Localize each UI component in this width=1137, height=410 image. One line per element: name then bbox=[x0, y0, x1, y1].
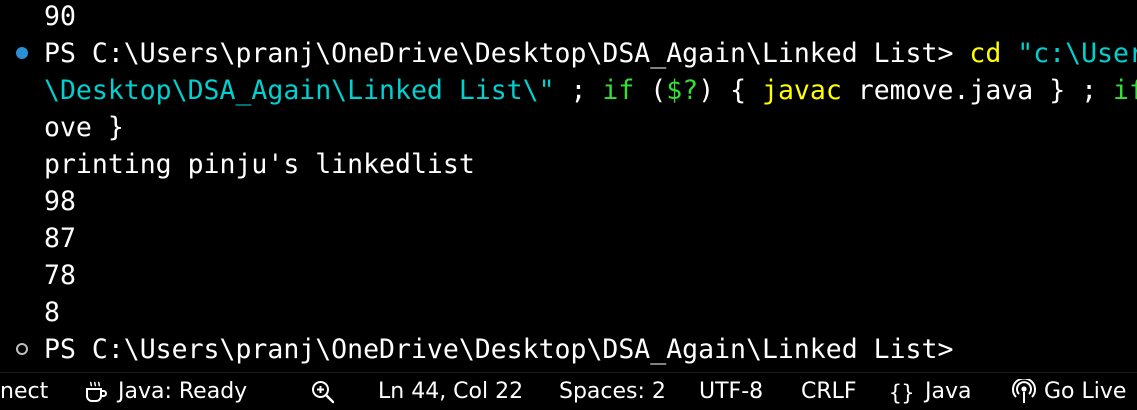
encoding[interactable]: UTF-8 bbox=[699, 373, 763, 410]
command-decoration-default-icon[interactable] bbox=[16, 343, 28, 355]
svg-text:{}: {} bbox=[889, 381, 914, 404]
coffee-cup-icon bbox=[84, 380, 110, 404]
broadcast-icon bbox=[1012, 379, 1036, 405]
language-mode-label: Java bbox=[925, 379, 972, 404]
status-bar: nect Java: Ready Ln 44, Col 22 Spaces: 2 UTF… bbox=[0, 372, 1137, 410]
go-live-button-label: Go Live bbox=[1044, 379, 1127, 404]
terminal-text-segment: 87 bbox=[44, 223, 76, 254]
go-live-button[interactable]: Go Live bbox=[1012, 373, 1126, 410]
encoding-label: UTF-8 bbox=[699, 379, 764, 404]
line-ending[interactable]: CRLF bbox=[801, 373, 857, 410]
java-status-label: Java: Ready bbox=[118, 379, 248, 404]
terminal-panel[interactable]: 90 PS C:\Users\pranj\OneDrive\Desktop\DSA… bbox=[0, 0, 1137, 372]
terminal-text-segment: ( bbox=[634, 75, 667, 106]
cursor-position[interactable]: Ln 44, Col 22 bbox=[378, 373, 523, 410]
terminal-text-segment: ove } bbox=[44, 112, 124, 143]
cursor-position-label: Ln 44, Col 22 bbox=[378, 379, 524, 404]
terminal-text-segment: remove.java } ; bbox=[841, 75, 1114, 106]
terminal-text-segment: 98 bbox=[44, 186, 76, 217]
connect-status[interactable]: nect bbox=[0, 373, 48, 410]
terminal-text-segment: 90 bbox=[44, 1, 76, 32]
terminal-line: printing pinju's linkedlist bbox=[44, 146, 475, 183]
terminal-line: PS C:\Users\pranj\OneDrive\Desktop\DSA_A… bbox=[44, 35, 1137, 72]
terminal-text-segment: PS C:\Users\pranj\OneDrive\Desktop\DSA_A… bbox=[44, 334, 954, 365]
terminal-text-segment: 78 bbox=[44, 260, 76, 291]
zoom-in-icon bbox=[310, 379, 336, 405]
indentation[interactable]: Spaces: 2 bbox=[559, 373, 666, 410]
terminal-line: ove } bbox=[44, 109, 124, 146]
terminal-line: 87 bbox=[44, 220, 76, 257]
terminal-line: 78 bbox=[44, 257, 76, 294]
terminal-text-segment: 8 bbox=[44, 297, 60, 328]
terminal-text-segment: printing pinju's linkedlist bbox=[44, 149, 475, 180]
line-ending-label: CRLF bbox=[801, 379, 857, 404]
terminal-line: 98 bbox=[44, 183, 76, 220]
terminal-text-segment: if bbox=[1113, 75, 1137, 106]
zoom-status[interactable] bbox=[310, 373, 336, 410]
indentation-label: Spaces: 2 bbox=[559, 379, 666, 404]
terminal-line: 90 bbox=[44, 0, 76, 35]
connect-status-label: nect bbox=[0, 379, 49, 404]
terminal-text-segment: \Desktop\DSA_Again\Linked List\" bbox=[44, 75, 555, 106]
terminal-text-segment: javac bbox=[762, 75, 842, 106]
command-decoration-success-icon[interactable] bbox=[16, 47, 28, 59]
terminal-line: \Desktop\DSA_Again\Linked List\" ; if ($… bbox=[44, 72, 1137, 109]
java-status[interactable]: Java: Ready bbox=[84, 373, 247, 410]
terminal-text-segment: cd bbox=[969, 38, 1002, 69]
terminal-text-segment: $? bbox=[666, 75, 699, 106]
terminal-line: PS C:\Users\pranj\OneDrive\Desktop\DSA_A… bbox=[44, 331, 953, 368]
braces-icon: {} bbox=[889, 380, 917, 404]
terminal-text-segment: ) { bbox=[698, 75, 763, 106]
terminal-line: 8 bbox=[44, 294, 60, 331]
terminal-text-segment: PS C:\Users\pranj\OneDrive\Desktop\DSA_A… bbox=[44, 38, 970, 69]
language-mode[interactable]: {} Java bbox=[889, 373, 971, 410]
terminal-text-segment: if bbox=[602, 75, 635, 106]
terminal-text-segment: ; bbox=[554, 75, 603, 106]
terminal-text-segment: "c:\User bbox=[1017, 38, 1137, 69]
